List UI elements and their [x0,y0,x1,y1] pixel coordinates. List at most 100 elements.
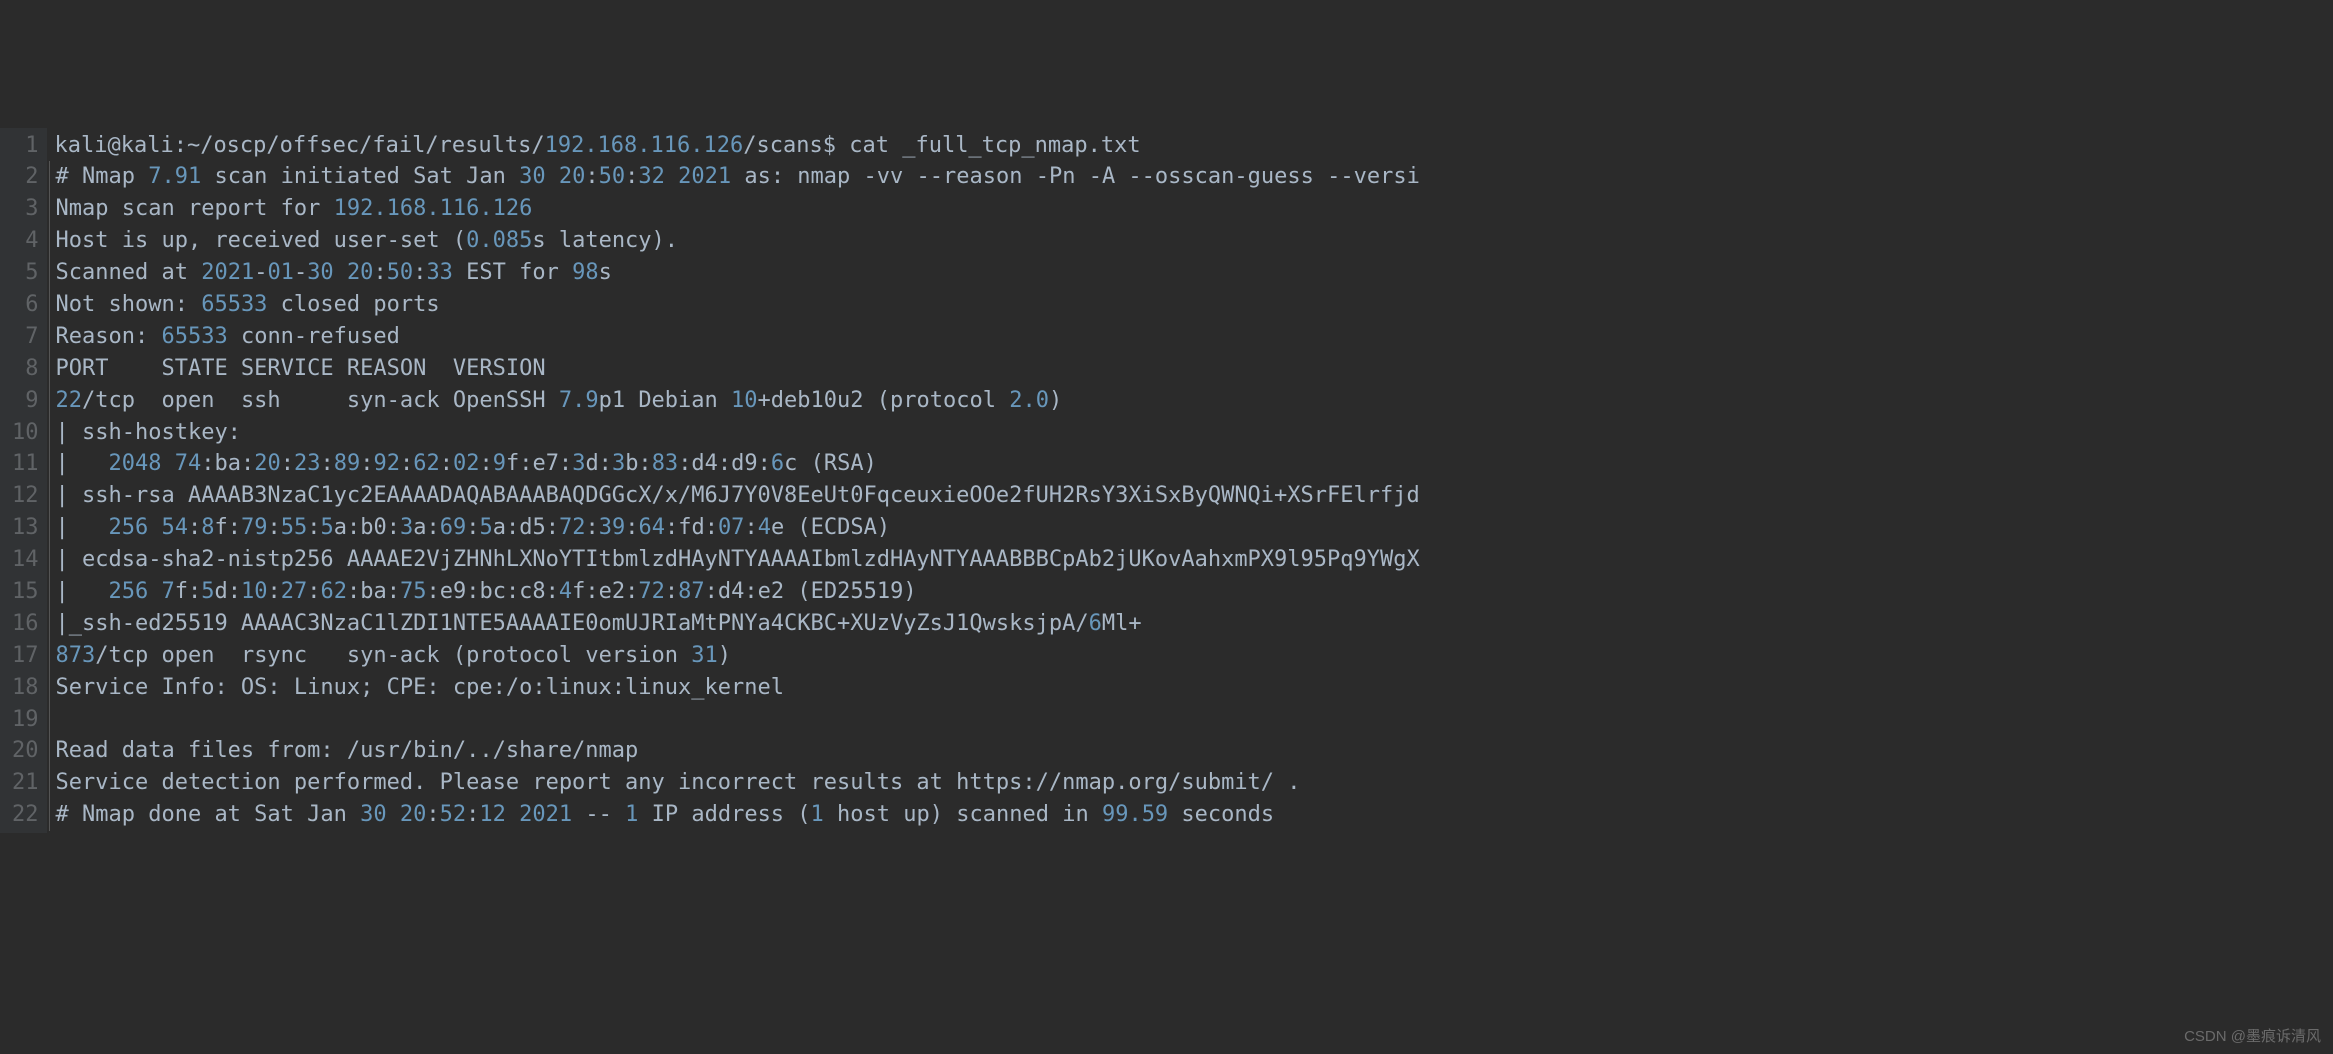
token-text: : [267,515,280,540]
token-number: 72 [638,579,665,604]
token-number: 99.59 [1102,802,1168,827]
token-number: 64 [638,515,665,540]
code-line[interactable]: | 256 54:8f:79:55:5a:b0:3a:69:5a:d5:72:3… [49,512,2333,544]
code-line[interactable]: Service Info: OS: Linux; CPE: cpe:/o:lin… [49,672,2333,704]
token-text: : [320,451,333,476]
token-text: : [307,579,320,604]
code-line[interactable]: | 256 7f:5d:10:27:62:ba:75:e9:bc:c8:4f:e… [49,576,2333,608]
code-line[interactable] [49,704,2333,736]
token-text: -- [572,802,625,827]
code-line[interactable]: kali@kali:~/oscp/offsec/fail/results/192… [49,130,2333,162]
code-line[interactable]: 22/tcp open ssh syn-ack OpenSSH 7.9p1 De… [49,385,2333,417]
token-number: 9 [493,451,506,476]
code-line[interactable]: Service detection performed. Please repo… [49,767,2333,799]
code-line[interactable]: | 2048 74:ba:20:23:89:92:62:02:9f:e7:3d:… [49,448,2333,480]
code-line[interactable]: 873/tcp open rsync syn-ack (protocol ver… [49,640,2333,672]
token-text: Service Info: OS: Linux; CPE: cpe:/o:lin… [56,675,784,700]
token-text: /tcp open ssh syn-ack OpenSSH [82,388,559,413]
token-number: 83 [652,451,679,476]
token-number: 1 [811,802,824,827]
token-number: 01 [267,260,294,285]
token-text: # Nmap done at Sat Jan [56,802,361,827]
token-number: 07 [718,515,745,540]
token-number: 873 [56,643,96,668]
token-number: 74 [175,451,202,476]
token-number: 3 [400,515,413,540]
token-number: 22 [56,388,83,413]
code-line[interactable]: | ssh-rsa AAAAB3NzaC1yc2EAAAADAQABAAABAQ… [49,480,2333,512]
token-text [334,260,347,285]
token-number: 2.0 [1009,388,1049,413]
token-text: - [254,260,267,285]
code-line[interactable]: Read data files from: /usr/bin/../share/… [49,735,2333,767]
token-number: 5 [320,515,333,540]
token-text: c (RSA) [784,451,877,476]
token-text: : [440,451,453,476]
token-text: host up) scanned in [824,802,1102,827]
token-number: 5 [201,579,214,604]
token-number: 31 [691,643,718,668]
token-number: 79 [241,515,268,540]
token-text: f:e7: [506,451,572,476]
token-text: | [56,515,109,540]
token-number: 50 [599,164,626,189]
watermark-text: CSDN @墨痕诉清风 [2184,1026,2321,1048]
token-text: a: [413,515,440,540]
token-number: 20 [254,451,281,476]
token-number: 20 [559,164,586,189]
token-text: : [625,164,638,189]
code-line[interactable]: Host is up, received user-set (0.085s la… [49,225,2333,257]
code-line[interactable]: PORT STATE SERVICE REASON VERSION [49,353,2333,385]
token-number: 2021 [201,260,254,285]
token-text: PORT STATE SERVICE REASON VERSION [56,356,546,381]
token-text [148,515,161,540]
token-text: s latency). [532,228,678,253]
token-text: b: [625,451,652,476]
token-text: : [665,579,678,604]
code-editor: 1 2 3 4 5 6 7 8 9 10 11 12 13 14 15 16 1… [0,128,2333,834]
code-line[interactable]: Nmap scan report for 192.168.116.126 [49,193,2333,225]
code-line[interactable]: # Nmap done at Sat Jan 30 20:52:12 2021 … [49,799,2333,831]
token-text: as: nmap -vv --reason -Pn -A --osscan-gu… [731,164,1420,189]
token-text: seconds [1168,802,1274,827]
token-text: d: [585,451,612,476]
code-line[interactable]: # Nmap 7.91 scan initiated Sat Jan 30 20… [49,161,2333,193]
token-number: 192.168.116.126 [545,133,744,158]
token-number: 192.168.116.126 [334,196,533,221]
token-text: :e9:bc:c8: [426,579,558,604]
token-text: : [585,164,598,189]
token-number: 32 [638,164,665,189]
token-number: 98 [572,260,599,285]
line-number-gutter: 1 2 3 4 5 6 7 8 9 10 11 12 13 14 15 16 1… [0,128,47,834]
token-text [387,802,400,827]
code-line[interactable]: Scanned at 2021-01-30 20:50:33 EST for 9… [49,257,2333,289]
token-text: scan initiated Sat Jan [201,164,519,189]
token-number: 3 [572,451,585,476]
token-number: 39 [599,515,626,540]
token-number: 55 [281,515,308,540]
token-number: 30 [307,260,334,285]
token-text: conn-refused [228,324,400,349]
token-number: 69 [440,515,467,540]
token-number: 7.91 [148,164,201,189]
token-text: | ssh-rsa AAAAB3NzaC1yc2EAAAADAQABAAABAQ… [56,483,1420,508]
code-line[interactable]: Reason: 65533 conn-refused [49,321,2333,353]
token-text: : [585,515,598,540]
token-number: 2021 [519,802,572,827]
token-text: : [360,451,373,476]
token-text: :ba: [347,579,400,604]
token-text: :fd: [665,515,718,540]
token-text [506,802,519,827]
token-number: 2048 [108,451,161,476]
token-number: 6 [1089,611,1102,636]
code-line[interactable]: | ecdsa-sha2-nistp256 AAAAE2VjZHNhLXNoYT… [49,544,2333,576]
token-number: 4 [758,515,771,540]
token-number: 23 [294,451,321,476]
code-content[interactable]: kali@kali:~/oscp/offsec/fail/results/192… [47,128,2333,834]
token-number: 4 [559,579,572,604]
token-text: Service detection performed. Please repo… [56,770,1301,795]
code-line[interactable]: |_ssh-ed25519 AAAAC3NzaC1lZDI1NTE5AAAAIE… [49,608,2333,640]
code-line[interactable]: Not shown: 65533 closed ports [49,289,2333,321]
token-text: : [744,515,757,540]
code-line[interactable]: | ssh-hostkey: [49,417,2333,449]
